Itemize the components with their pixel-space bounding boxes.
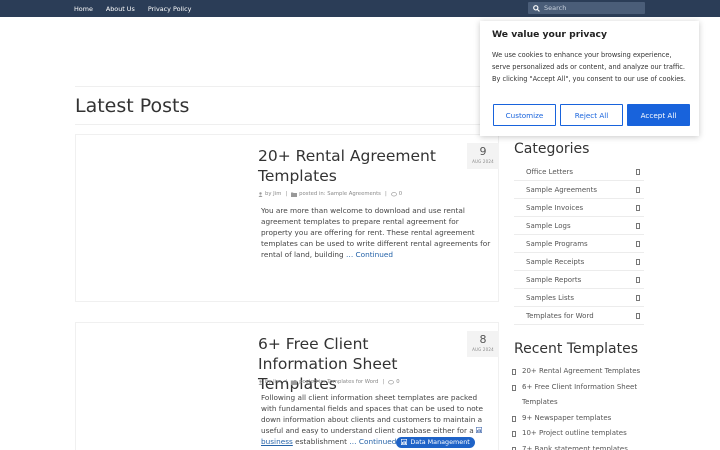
category-item[interactable]: Sample Reports — [514, 271, 644, 289]
reject-all-button[interactable]: Reject All — [560, 104, 623, 126]
category-label: Sample Programs — [526, 239, 588, 248]
accept-all-button[interactable]: Accept All — [627, 104, 690, 126]
category-label: Sample Logs — [526, 221, 571, 230]
badge-label: Data Management — [410, 437, 470, 446]
category-item[interactable]: Templates for Word — [514, 307, 644, 325]
continue-link[interactable]: … Continued — [349, 437, 396, 446]
category-item[interactable]: Sample Logs — [514, 217, 644, 235]
search-input[interactable] — [544, 4, 642, 12]
post-day: 8 — [479, 333, 487, 346]
chart-icon — [401, 439, 408, 445]
post-title-link[interactable]: 6+ Free Client Information Sheet Templat… — [258, 334, 458, 394]
category-label: Sample Agreements — [526, 185, 597, 194]
chevron-icon — [512, 369, 516, 375]
cookie-description: We use cookies to enhance your browsing … — [492, 51, 686, 83]
recent-template-item[interactable]: 7+ Bank statement templates — [512, 442, 647, 450]
category-label: Sample Receipts — [526, 257, 585, 266]
chevron-icon — [636, 204, 640, 211]
chevron-icon — [636, 258, 640, 265]
cookie-buttons: Customize Reject All Accept All — [493, 104, 690, 126]
recent-template-item[interactable]: 9+ Newspaper templates — [512, 411, 647, 427]
categories-heading: Categories — [514, 141, 590, 157]
recent-template-item[interactable]: 10+ Project outline templates — [512, 426, 647, 442]
comment-icon — [388, 379, 395, 384]
recent-template-label: 10+ Project outline templates — [522, 429, 627, 437]
chevron-icon — [512, 384, 516, 391]
recent-template-label: 6+ Free Client Information Sheet Templat… — [522, 382, 638, 407]
post-excerpt: Following all client information sheet t… — [261, 392, 491, 448]
divider — [75, 86, 499, 87]
chevron-icon — [636, 186, 640, 193]
recent-template-label: 20+ Rental Agreement Templates — [522, 367, 641, 375]
category-label: Office Letters — [526, 167, 574, 176]
category-label: Sample Invoices — [526, 203, 584, 212]
search-icon[interactable] — [528, 4, 544, 12]
chart-icon — [476, 427, 483, 433]
main-menu: Home About Us Privacy Policy — [74, 0, 204, 17]
post-excerpt-text: Following all client information sheet t… — [261, 393, 484, 435]
chevron-icon — [636, 294, 640, 301]
post-card: 6+ Free Client Information Sheet Templat… — [75, 322, 499, 450]
category-item[interactable]: Sample Receipts — [514, 253, 644, 271]
recent-templates-list: 20+ Rental Agreement Templates 6+ Free C… — [512, 364, 647, 450]
post-meta: by Jim | posted in: Templates for Word |… — [258, 379, 400, 385]
post-month: AUG 2024 — [472, 159, 494, 164]
user-icon — [258, 191, 263, 197]
recent-template-item[interactable]: 20+ Rental Agreement Templates — [512, 364, 647, 380]
post-meta: by Jim | posted in: Sample Agreements | … — [258, 191, 402, 197]
nav-about-link[interactable]: About Us — [106, 5, 135, 13]
post-excerpt: You are more than welcome to download an… — [261, 205, 491, 260]
comment-icon — [390, 191, 397, 196]
category-label: Templates for Word — [526, 311, 594, 320]
page-title: Latest Posts — [75, 95, 190, 117]
category-label: Sample Reports — [526, 275, 582, 284]
post-author[interactable]: by Jim — [265, 379, 281, 385]
continue-link[interactable]: … Continued — [346, 250, 393, 259]
post-category[interactable]: posted in: Sample Agreements — [299, 191, 381, 197]
categories-list: Office Letters Sample Agreements Sample … — [514, 163, 644, 325]
customize-button[interactable]: Customize — [493, 104, 556, 126]
chevron-icon — [512, 415, 516, 422]
post-month: AUG 2024 — [472, 347, 494, 352]
post-title-link[interactable]: 20+ Rental Agreement Templates — [258, 146, 458, 186]
data-management-badge[interactable]: Data Management — [396, 436, 475, 448]
business-link[interactable]: business — [261, 437, 293, 446]
category-item[interactable]: Office Letters — [514, 163, 644, 181]
top-nav-bar: Home About Us Privacy Policy — [0, 0, 720, 17]
post-date-badge: 8 AUG 2024 — [467, 331, 499, 357]
category-item[interactable]: Sample Agreements — [514, 181, 644, 199]
user-icon — [258, 379, 263, 385]
cookie-title: We value your privacy — [492, 29, 607, 40]
post-comment-count[interactable]: 0 — [399, 191, 402, 197]
chevron-icon — [636, 222, 640, 229]
folder-icon — [291, 380, 298, 385]
cookie-consent-banner: We value your privacy We use cookies to … — [480, 21, 699, 136]
post-author[interactable]: by Jim — [265, 191, 281, 197]
nav-home-link[interactable]: Home — [74, 5, 93, 13]
folder-icon — [291, 192, 298, 197]
post-excerpt-end: establishment — [295, 437, 347, 446]
recent-templates-heading: Recent Templates — [514, 341, 639, 357]
category-item[interactable]: Samples Lists — [514, 289, 644, 307]
chevron-icon — [512, 446, 516, 450]
nav-privacy-link[interactable]: Privacy Policy — [148, 5, 192, 13]
recent-template-label: 9+ Newspaper templates — [522, 413, 612, 422]
post-day: 9 — [479, 145, 487, 158]
category-item[interactable]: Sample Programs — [514, 235, 644, 253]
post-date-badge: 9 AUG 2024 — [467, 143, 499, 169]
chevron-icon — [512, 431, 516, 437]
recent-template-label: 7+ Bank statement templates — [522, 444, 628, 450]
chevron-icon — [636, 276, 640, 283]
post-category[interactable]: posted in: Templates for Word — [299, 379, 378, 385]
category-item[interactable]: Sample Invoices — [514, 199, 644, 217]
search-box — [528, 2, 645, 14]
chevron-icon — [636, 168, 640, 175]
category-label: Samples Lists — [526, 293, 575, 302]
chevron-icon — [636, 240, 640, 247]
post-card: 20+ Rental Agreement Templates 9 AUG 202… — [75, 134, 499, 302]
chevron-icon — [636, 312, 640, 319]
divider — [75, 124, 499, 125]
recent-template-item[interactable]: 6+ Free Client Information Sheet Templat… — [512, 380, 647, 411]
post-comment-count[interactable]: 0 — [396, 379, 399, 385]
